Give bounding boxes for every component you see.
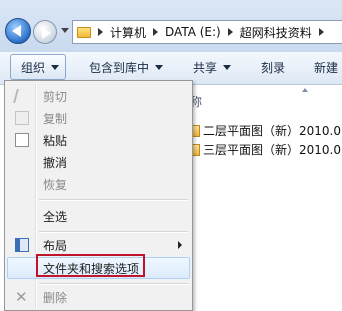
breadcrumb-folder[interactable]: 超网科技资料 — [240, 24, 312, 41]
organize-label: 组织 — [21, 61, 46, 75]
file-name: 三层平面图（新）2010.01 — [203, 143, 342, 157]
breadcrumb-computer[interactable]: 计算机 — [110, 24, 146, 41]
chevron-down-icon — [223, 65, 232, 70]
address-bar[interactable]: 计算机 DATA (E:) 超网科技资料 — [72, 20, 342, 44]
clipboard-icon — [15, 133, 29, 147]
menu-item-label: 删除 — [43, 291, 68, 305]
file-list-item[interactable]: 三层平面图（新）2010.01 — [192, 141, 342, 159]
file-list-item[interactable]: 二层平面图（新）2010.01 — [192, 122, 342, 140]
menu-item-layout[interactable]: 布局 — [7, 234, 190, 256]
forward-button[interactable] — [33, 20, 57, 44]
scissors-icon — [13, 89, 33, 103]
new-folder-button[interactable]: 新建 — [314, 59, 338, 77]
highlight-annotation-box — [36, 254, 145, 277]
new-folder-label: 新建 — [314, 61, 339, 75]
menu-item-delete[interactable]: ✕ 删除 — [7, 286, 190, 308]
menu-item-select-all[interactable]: 全选 — [7, 205, 190, 227]
menu-item-redo[interactable]: 恢复 — [7, 173, 190, 195]
menu-item-label: 剪切 — [43, 90, 68, 104]
breadcrumb-drive[interactable]: DATA (E:) — [165, 25, 221, 39]
breadcrumb-chevron-icon[interactable] — [227, 28, 233, 36]
file-icon — [192, 125, 200, 137]
menu-separator — [39, 231, 188, 233]
share-label: 共享 — [193, 61, 218, 75]
chevron-down-icon — [51, 65, 60, 70]
menu-item-label: 全选 — [43, 210, 68, 224]
include-in-library-label: 包含到库中 — [89, 61, 150, 75]
breadcrumb-chevron-icon[interactable] — [318, 28, 324, 36]
arrow-left-icon — [12, 25, 21, 37]
delete-x-icon: ✕ — [15, 288, 28, 306]
menu-item-label: 布局 — [43, 239, 68, 253]
layout-icon — [15, 238, 29, 252]
menu-item-cut[interactable]: 剪切 — [7, 85, 190, 107]
menu-separator — [39, 283, 188, 285]
submenu-arrow-icon — [178, 241, 182, 249]
file-icon — [192, 144, 200, 156]
share-button[interactable]: 共享 — [193, 59, 232, 77]
burn-button[interactable]: 刻录 — [261, 59, 285, 77]
menu-item-undo[interactable]: 撤消 — [7, 151, 190, 173]
folder-icon — [77, 26, 91, 38]
chevron-down-icon — [155, 65, 164, 70]
menu-item-label: 撤消 — [43, 156, 68, 170]
menu-item-paste[interactable]: 粘贴 — [7, 129, 190, 151]
copy-icon — [15, 111, 29, 125]
breadcrumb-chevron-icon[interactable] — [153, 28, 159, 36]
organize-button[interactable]: 组织 — [10, 54, 66, 80]
arrow-right-icon — [42, 27, 51, 39]
menu-item-copy[interactable]: 复制 — [7, 107, 190, 129]
menu-item-label: 恢复 — [43, 178, 68, 192]
include-in-library-button[interactable]: 包含到库中 — [89, 59, 164, 77]
menu-item-label: 复制 — [43, 112, 68, 126]
back-button[interactable] — [5, 18, 31, 44]
recent-pages-dropdown[interactable] — [61, 28, 69, 33]
menu-separator — [39, 199, 188, 201]
breadcrumb-chevron-icon[interactable] — [98, 28, 103, 36]
sort-ascending-icon — [302, 88, 308, 92]
menu-item-label: 粘贴 — [43, 134, 68, 148]
file-name: 二层平面图（新）2010.01 — [203, 124, 342, 138]
burn-label: 刻录 — [261, 61, 286, 75]
navigation-bar: 计算机 DATA (E:) 超网科技资料 — [0, 0, 342, 53]
